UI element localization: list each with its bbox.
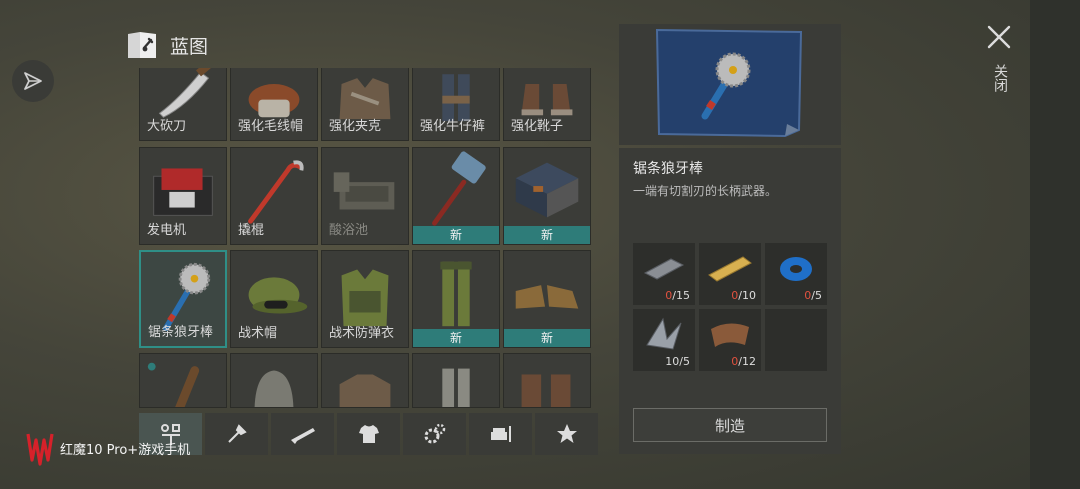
wood-plank-icon [708,256,752,282]
tactical-boots-icon [515,285,579,309]
spiked-bat-icon [147,362,200,407]
gears-icon [424,423,445,444]
tactical-pants-icon [440,261,472,327]
close-icon[interactable] [986,24,1012,50]
blueprint-reinforced-boots[interactable]: 强化靴子 [503,68,591,141]
send-button[interactable] [12,60,54,102]
close-button-label[interactable]: 关闭 [990,64,1010,92]
blueprint-label: 战术帽 [238,326,278,341]
blueprint-label: 锯条狼牙棒 [148,325,214,340]
blueprint-tactical-vest[interactable]: 战术防弹衣 [321,250,409,348]
blueprint-label: 强化毛线帽 [238,119,304,134]
watermark-text: 红魔10 Pro+游戏手机 [60,442,191,458]
tactical-vest-icon [341,269,389,327]
material-slot[interactable]: 0/15 [633,243,695,305]
blueprint-label: 大砍刀 [147,119,187,134]
tab-weapons[interactable] [271,413,334,455]
blueprint-label: 强化靴子 [511,119,564,134]
star-icon [556,424,577,443]
material-slot[interactable]: 0/5 [765,243,827,305]
blueprint-grid: 大砍刀 强化毛线帽 强化夹克 强化牛仔裤 强化靴子 发电机 撬棍 酸浴池 新 新… [139,68,595,408]
material-slot[interactable]: 10/5 [633,309,695,371]
material-have: 10 [665,355,680,368]
blueprint-detail-panel: 锯条狼牙棒 一端有切割刃的长柄武器。 0/15 0/10 0/5 10/5 0/… [619,148,841,454]
blueprint-label: 酸浴池 [329,223,369,238]
blueprint-boots[interactable] [503,353,591,408]
tab-clothing[interactable] [337,413,400,455]
craft-button[interactable]: 制造 [633,408,827,442]
tshirt-icon [358,425,379,443]
blueprint-preview [619,24,841,145]
new-badge: 新 [504,226,590,244]
blueprint-workshop-room[interactable]: 新 [503,147,591,245]
blueprint-tactical-boots[interactable]: 新 [503,250,591,348]
page-header: 蓝图 [126,30,208,60]
acid-bath-icon [333,172,395,210]
workshop-room-icon [515,162,579,218]
tab-furniture[interactable] [469,413,532,455]
blueprint-sledgehammer[interactable]: 新 [412,147,500,245]
pants-icon [442,368,470,407]
rifle-icon [290,428,315,444]
material-slot[interactable]: 0/10 [699,243,761,305]
item-name: 锯条狼牙棒 [633,161,703,177]
material-need: /12 [738,355,756,368]
metal-bar-icon [643,258,685,280]
material-slot[interactable]: 0/12 [699,309,761,371]
blueprint-label: 强化牛仔裤 [420,119,486,134]
blueprint-tactical-cap[interactable]: 战术帽 [230,250,318,348]
blueprint-acid-bath[interactable]: 酸浴池 [321,147,409,245]
item-description: 一端有切割刃的长柄武器。 [633,184,778,198]
page-title: 蓝图 [170,35,209,58]
new-badge: 新 [504,329,590,347]
blueprint-crowbar[interactable]: 撬棍 [230,147,318,245]
blueprint-hood[interactable] [230,353,318,408]
generator-icon [153,168,213,216]
blueprint-book-icon [128,32,156,58]
tools-icon [227,424,247,443]
material-slot-empty [765,309,827,371]
saw-mace-icon [162,262,211,332]
blueprint-label: 战术防弹衣 [329,326,395,341]
blueprint-label: 强化夹克 [329,119,382,134]
leather-icon [711,323,749,347]
right-edge-strip [1030,0,1080,489]
tab-tools[interactable] [205,413,268,455]
blueprint-label: 撬棍 [238,223,265,238]
metal-scraps-icon [646,317,682,350]
blueprint-sheet-icon [655,28,803,138]
blueprint-spiked-bat[interactable] [139,353,227,408]
tactical-cap-icon [248,277,308,314]
blueprint-tactical-pants[interactable]: 新 [412,250,500,348]
hood-icon [254,370,294,407]
sledgehammer-icon [432,151,486,226]
blueprint-generator[interactable]: 发电机 [139,147,227,245]
blueprint-armor-jacket[interactable] [321,353,409,408]
tab-favorites[interactable] [535,413,598,455]
boots-icon [521,374,571,407]
blueprint-reinforced-jacket[interactable]: 强化夹克 [321,68,409,141]
category-tabs [139,413,598,455]
blueprint-saw-mace[interactable]: 锯条狼牙棒 [139,250,227,348]
new-badge: 新 [413,226,499,244]
material-need: /5 [811,289,822,302]
blueprint-reinforced-jeans[interactable]: 强化牛仔裤 [412,68,500,141]
furniture-icon [490,426,511,442]
material-need: /10 [738,289,756,302]
duct-tape-icon [780,257,812,281]
paper-plane-icon [24,72,42,90]
tab-equipment[interactable] [403,413,466,455]
material-need: /15 [672,289,690,302]
blueprint-pants[interactable] [412,353,500,408]
blueprint-label: 发电机 [147,223,187,238]
blueprint-reinforced-beanie[interactable]: 强化毛线帽 [230,68,318,141]
material-need: /5 [679,355,690,368]
red-magic-logo-icon [26,433,54,466]
armor-jacket-icon [339,374,391,407]
blueprint-machete[interactable]: 大砍刀 [139,68,227,141]
new-badge: 新 [413,329,499,347]
device-watermark: 红魔10 Pro+游戏手机 [26,430,190,466]
crowbar-icon [248,160,304,224]
